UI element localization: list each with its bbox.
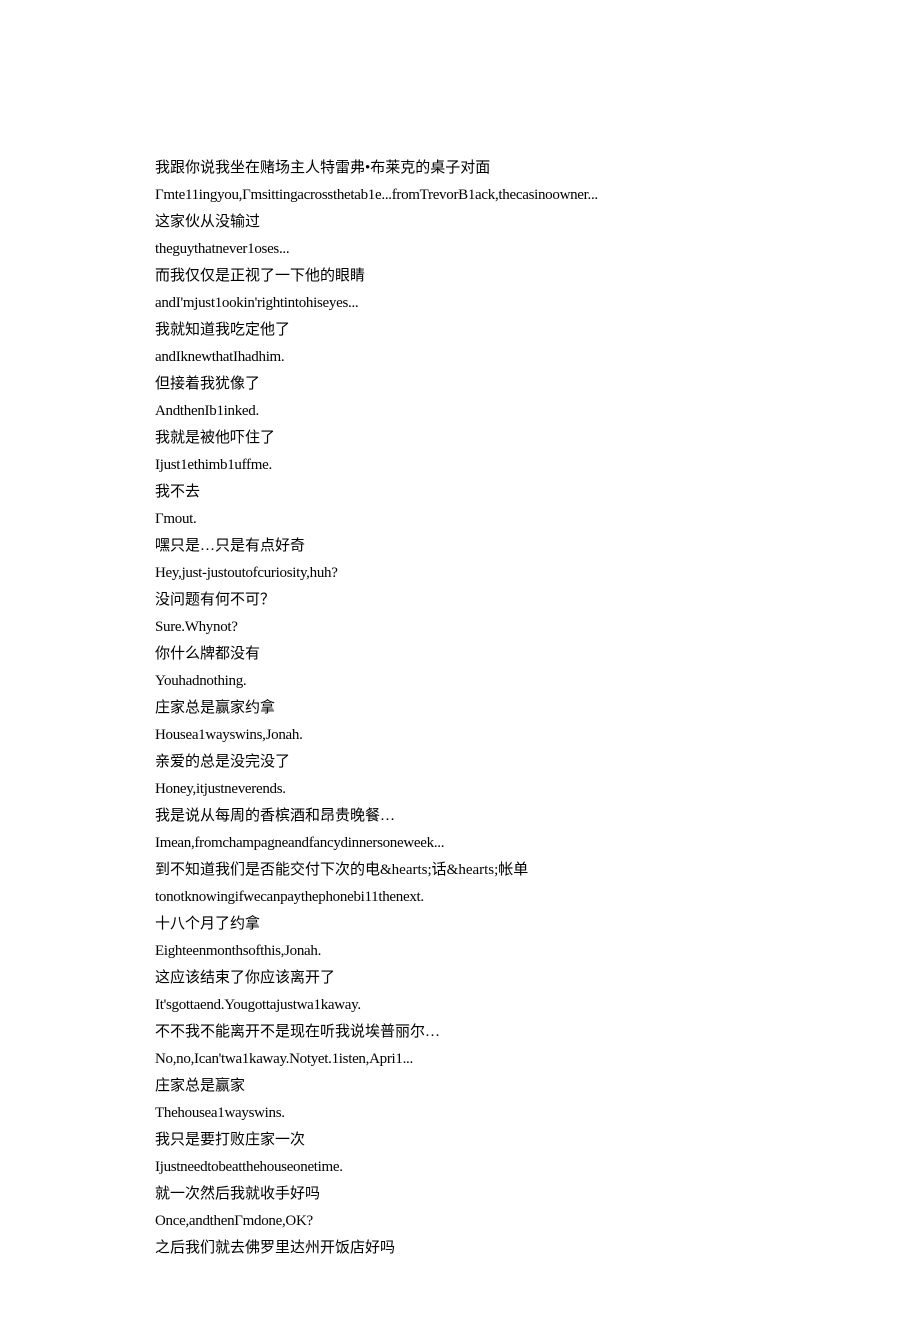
text-line: 到不知道我们是否能交付下次的电&hearts;话&hearts;帐单 <box>155 857 765 884</box>
text-line: Ijustneedtobeatthehouseonetime. <box>155 1154 765 1181</box>
text-line: Thehousea1wayswins. <box>155 1100 765 1127</box>
text-line: 我就知道我吃定他了 <box>155 317 765 344</box>
text-line: AndthenIb1inked. <box>155 398 765 425</box>
document-body: 我跟你说我坐在赌场主人特雷弗•布莱克的桌子对面Γmte11ingyou,Γmsi… <box>155 155 765 1262</box>
text-line: 这应该结束了你应该离开了 <box>155 965 765 992</box>
text-line: 这家伙从没输过 <box>155 209 765 236</box>
text-line: Eighteenmonthsofthis,Jonah. <box>155 938 765 965</box>
text-line: 庄家总是赢家 <box>155 1073 765 1100</box>
text-line: 而我仅仅是正视了一下他的眼睛 <box>155 263 765 290</box>
text-line: Imean,fromchampagneandfancydinnersonewee… <box>155 830 765 857</box>
text-line: 亲爱的总是没完没了 <box>155 749 765 776</box>
text-line: Housea1wayswins,Jonah. <box>155 722 765 749</box>
text-line: 我就是被他吓住了 <box>155 425 765 452</box>
text-line: 你什么牌都没有 <box>155 641 765 668</box>
text-line: No,no,Ican'twa1kaway.Notyet.1isten,Apri1… <box>155 1046 765 1073</box>
text-line: andIknewthatIhadhim. <box>155 344 765 371</box>
text-line: 我不去 <box>155 479 765 506</box>
text-line: Honey,itjustneverends. <box>155 776 765 803</box>
text-line: Γmout. <box>155 506 765 533</box>
text-line: andI'mjust1ookin'rightintohiseyes... <box>155 290 765 317</box>
text-line: 庄家总是赢家约拿 <box>155 695 765 722</box>
text-line: 没问题有何不可？ <box>155 587 765 614</box>
text-line: 十八个月了约拿 <box>155 911 765 938</box>
text-line: Sure.Whynot? <box>155 614 765 641</box>
text-line: 不不我不能离开不是现在听我说埃普丽尔… <box>155 1019 765 1046</box>
text-line: 我跟你说我坐在赌场主人特雷弗•布莱克的桌子对面 <box>155 155 765 182</box>
text-line: Γmte11ingyou,Γmsittingacrossthetab1e...f… <box>155 182 765 209</box>
text-line: 我是说从每周的香槟酒和昂贵晚餐… <box>155 803 765 830</box>
text-line: 但接着我犹像了 <box>155 371 765 398</box>
text-line: Ijust1ethimb1uffme. <box>155 452 765 479</box>
text-line: 嘿只是…只是有点好奇 <box>155 533 765 560</box>
text-line: tonotknowingifwecanpaythephonebi11thenex… <box>155 884 765 911</box>
text-line: 我只是要打败庄家一次 <box>155 1127 765 1154</box>
text-line: Youhadnothing. <box>155 668 765 695</box>
text-line: theguythatnever1oses... <box>155 236 765 263</box>
text-line: 就一次然后我就收手好吗 <box>155 1181 765 1208</box>
text-line: 之后我们就去佛罗里达州开饭店好吗 <box>155 1235 765 1262</box>
text-line: It'sgottaend.Yougottajustwa1kaway. <box>155 992 765 1019</box>
text-line: Hey,just-justoutofcuriosity,huh? <box>155 560 765 587</box>
text-line: Once,andthenΓmdone,OK? <box>155 1208 765 1235</box>
